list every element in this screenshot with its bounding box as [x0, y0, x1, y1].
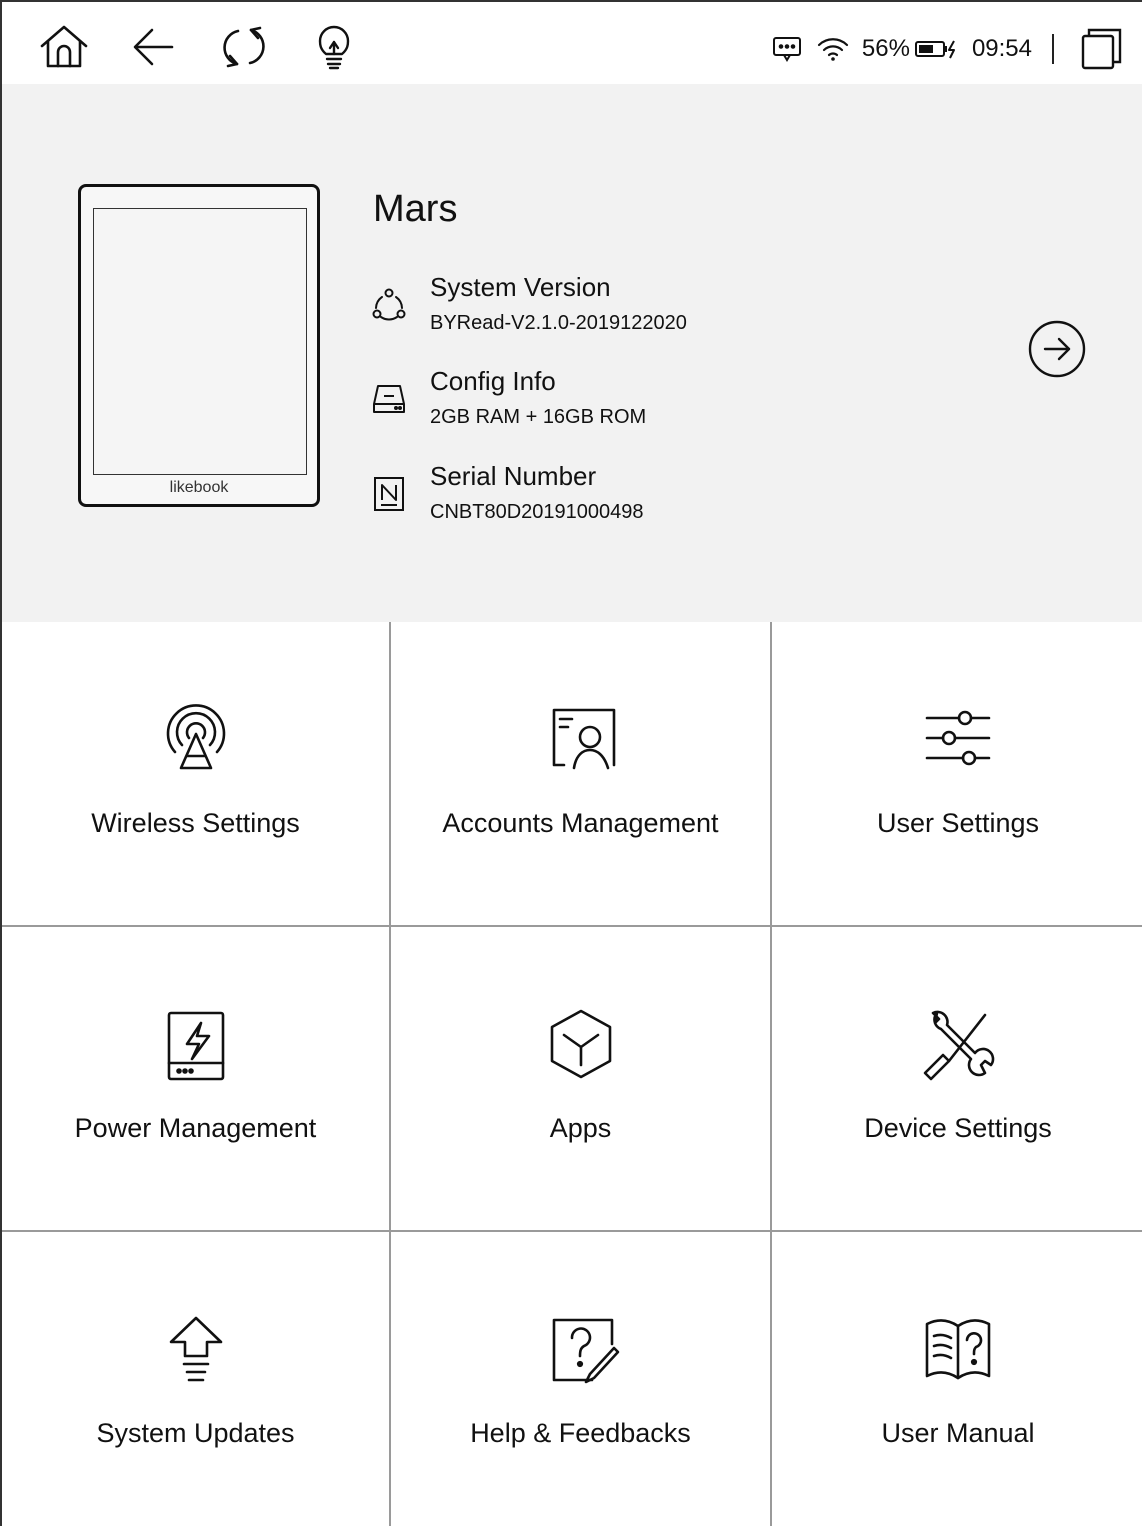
config-info-value: 2GB RAM + 16GB ROM — [430, 406, 647, 428]
menu-label: Accounts Management — [442, 808, 719, 838]
tools-icon — [919, 1005, 997, 1083]
update-arrow-icon — [157, 1310, 235, 1388]
home-icon[interactable] — [38, 22, 90, 72]
apps-box-icon — [542, 1005, 620, 1083]
wireless-icon — [157, 700, 235, 778]
settings-menu-grid: Wireless Settings Accounts Management Us… — [2, 622, 1142, 1526]
serial-number-icon — [370, 475, 408, 513]
menu-label: Device Settings — [864, 1113, 1052, 1143]
serial-number-value: CNBT80D20191000498 — [430, 501, 644, 523]
menu-label: Apps — [549, 1113, 612, 1143]
system-version-row: System Version BYRead-V2.1.0-2019122020 — [370, 272, 870, 342]
menu-apps[interactable]: Apps — [391, 927, 772, 1232]
device-illustration: likebook — [78, 184, 320, 507]
menu-label: User Settings — [876, 808, 1040, 838]
menu-help-feedbacks[interactable]: Help & Feedbacks — [391, 1232, 772, 1526]
status-divider — [1052, 34, 1054, 64]
refresh-icon[interactable] — [218, 22, 270, 72]
system-version-label: System Version — [430, 272, 611, 302]
menu-system-updates[interactable]: System Updates — [2, 1232, 391, 1526]
menu-label: User Manual — [881, 1418, 1035, 1448]
wifi-icon — [816, 35, 850, 63]
menu-power-management[interactable]: Power Management — [2, 927, 391, 1232]
menu-label: Help & Feedbacks — [470, 1418, 691, 1448]
clock: 09:54 — [971, 35, 1032, 62]
settings-screen: 56% 09:54 likebook Mars System Version B… — [0, 0, 1142, 1526]
menu-label: Power Management — [74, 1113, 317, 1143]
power-icon — [157, 1005, 235, 1083]
battery-percent: 56% — [861, 35, 910, 62]
menu-wireless-settings[interactable]: Wireless Settings — [2, 622, 391, 927]
sliders-icon — [919, 700, 997, 778]
device-screen — [93, 208, 307, 475]
account-icon — [542, 700, 620, 778]
menu-user-manual[interactable]: User Manual — [772, 1232, 1142, 1526]
config-info-label: Config Info — [430, 366, 556, 396]
serial-number-label: Serial Number — [430, 461, 597, 491]
device-brand: likebook — [169, 479, 229, 496]
status-bar: 56% 09:54 — [2, 2, 1142, 84]
system-version-value: BYRead-V2.1.0-2019122020 — [430, 312, 687, 334]
status-right: 56% 09:54 — [772, 24, 1142, 74]
light-bulb-icon[interactable] — [308, 22, 360, 72]
multi-window-icon[interactable] — [1080, 27, 1124, 71]
arrow-right-circle-icon[interactable] — [1028, 320, 1086, 378]
menu-device-settings[interactable]: Device Settings — [772, 927, 1142, 1232]
storage-icon — [370, 380, 408, 418]
help-edit-icon — [542, 1310, 620, 1388]
system-version-icon — [370, 286, 408, 324]
menu-accounts-management[interactable]: Accounts Management — [391, 622, 772, 927]
serial-number-row: Serial Number CNBT80D20191000498 — [370, 461, 870, 531]
battery-charging-icon — [914, 37, 958, 61]
back-icon[interactable] — [128, 22, 180, 72]
menu-label: System Updates — [96, 1418, 295, 1448]
menu-user-settings[interactable]: User Settings — [772, 622, 1142, 927]
device-info-panel: likebook Mars System Version BYRead-V2.1… — [2, 84, 1142, 624]
manual-book-icon — [919, 1310, 997, 1388]
message-icon — [772, 35, 802, 63]
config-info-row: Config Info 2GB RAM + 16GB ROM — [370, 366, 870, 436]
menu-label: Wireless Settings — [91, 808, 300, 838]
device-name: Mars — [373, 188, 458, 230]
